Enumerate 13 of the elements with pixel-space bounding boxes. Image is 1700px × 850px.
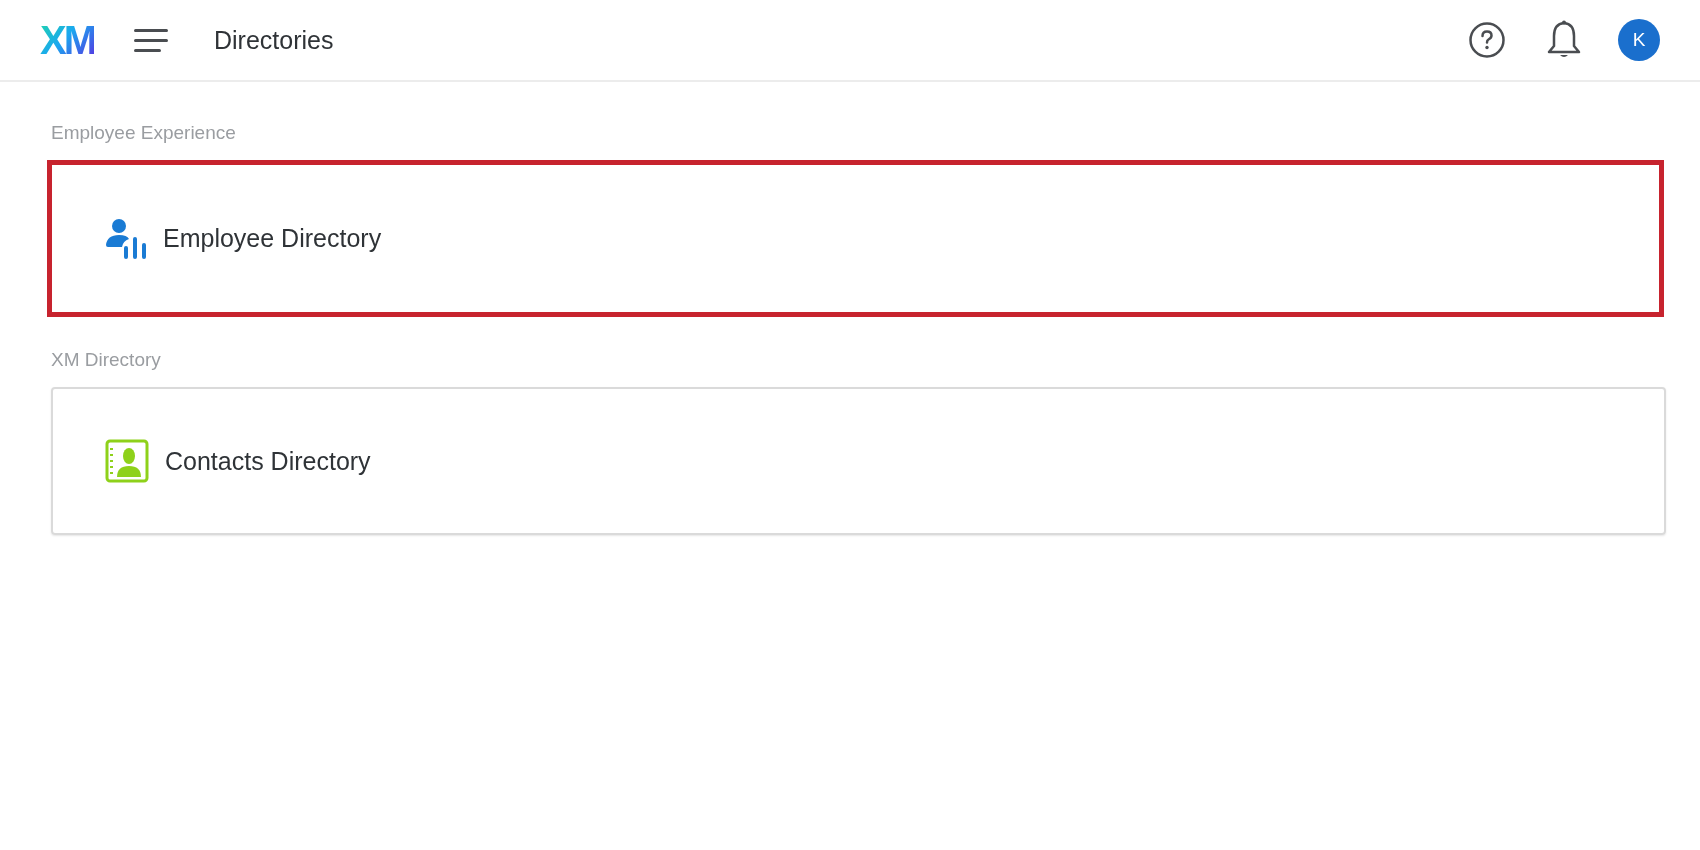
menu-button[interactable]: [134, 28, 168, 52]
contact-book-icon: [105, 439, 149, 483]
user-avatar[interactable]: K: [1618, 19, 1660, 61]
directory-card[interactable]: Employee Directory: [47, 160, 1664, 317]
section-label: Employee Experience: [51, 122, 236, 144]
notifications-button[interactable]: [1546, 20, 1582, 60]
person-chart-icon: [105, 216, 147, 261]
help-button[interactable]: [1468, 21, 1506, 59]
section-label: XM Directory: [51, 349, 161, 371]
directory-card[interactable]: Contacts Directory: [51, 387, 1666, 535]
card-title: Contacts Directory: [165, 446, 371, 476]
card-title: Employee Directory: [163, 224, 382, 253]
page-title: Directories: [214, 25, 334, 55]
